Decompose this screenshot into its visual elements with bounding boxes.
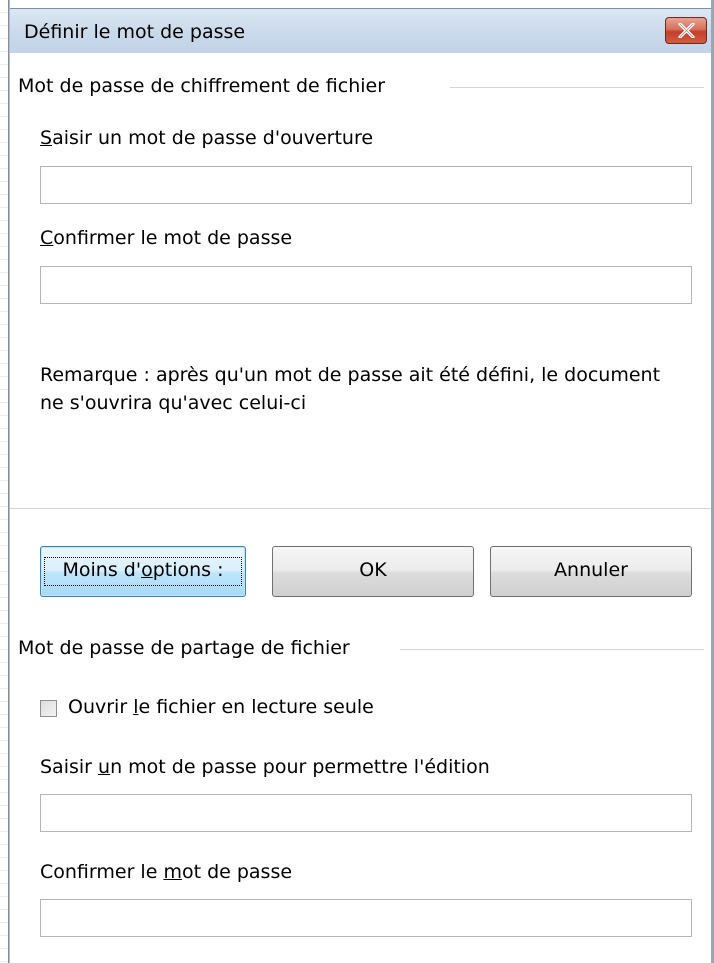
ok-label: OK [359, 559, 387, 581]
confirm-edit-password-label-post: ot de passe [181, 861, 293, 883]
readonly-label-post: e fichier en lecture seule [138, 696, 374, 718]
cancel-button[interactable]: Annuler [490, 546, 692, 597]
edit-password-label-post: n mot de passe pour permettre l'édition [110, 756, 490, 778]
confirm-password-label-mnemonic: C [40, 227, 54, 249]
dialog-title: Définir le mot de passe [24, 21, 246, 43]
readonly-label[interactable]: Ouvrir le fichier en lecture seule [68, 696, 374, 718]
readonly-label-pre: Ouvrir [68, 696, 134, 718]
fewer-options-label: Moins d'options : [63, 559, 224, 581]
ok-button[interactable]: OK [272, 546, 474, 597]
edit-password-input[interactable] [40, 794, 692, 832]
background-window-edge [0, 0, 8, 963]
edit-password-label-pre: Saisir [40, 756, 99, 778]
confirm-edit-password-label-pre: Confirmer le [40, 861, 164, 883]
open-password-label-mnemonic: S [40, 127, 53, 149]
section-divider [400, 649, 704, 650]
edit-password-label: Saisir un mot de passe pour permettre l'… [40, 756, 490, 778]
close-icon [678, 23, 695, 38]
cancel-label: Annuler [554, 559, 628, 581]
close-button[interactable] [665, 17, 707, 44]
readonly-checkbox[interactable] [40, 700, 57, 717]
sharing-section-title: Mot de passe de partage de fichier [18, 637, 358, 659]
fewer-options-label-post: ptions : [152, 559, 224, 581]
open-password-input[interactable] [40, 166, 692, 204]
confirm-password-label-text: onfirmer le mot de passe [53, 227, 293, 249]
section-divider [450, 87, 704, 88]
title-bar[interactable]: Définir le mot de passe [10, 8, 711, 54]
confirm-edit-password-label: Confirmer le mot de passe [40, 861, 292, 883]
set-password-dialog: Définir le mot de passe Mot de passe de … [0, 0, 714, 963]
encryption-section-title: Mot de passe de chiffrement de fichier [18, 75, 394, 97]
open-password-label: Saisir un mot de passe d'ouverture [40, 127, 373, 149]
confirm-edit-password-input[interactable] [40, 899, 692, 937]
fewer-options-label-pre: Moins d' [62, 559, 142, 581]
fewer-options-label-mnemonic: o [141, 559, 153, 581]
horizontal-separator [10, 508, 711, 509]
fewer-options-button[interactable]: Moins d'options : [40, 546, 246, 597]
confirm-edit-password-label-mnemonic: m [163, 861, 182, 883]
open-password-label-text: aisir un mot de passe d'ouverture [52, 127, 374, 149]
confirm-password-input[interactable] [40, 266, 692, 304]
edit-password-label-mnemonic: u [98, 756, 111, 778]
dialog-content: Mot de passe de chiffrement de fichier S… [10, 53, 711, 963]
confirm-password-label: Confirmer le mot de passe [40, 227, 292, 249]
password-note: Remarque : après qu'un mot de passe ait … [40, 364, 661, 414]
